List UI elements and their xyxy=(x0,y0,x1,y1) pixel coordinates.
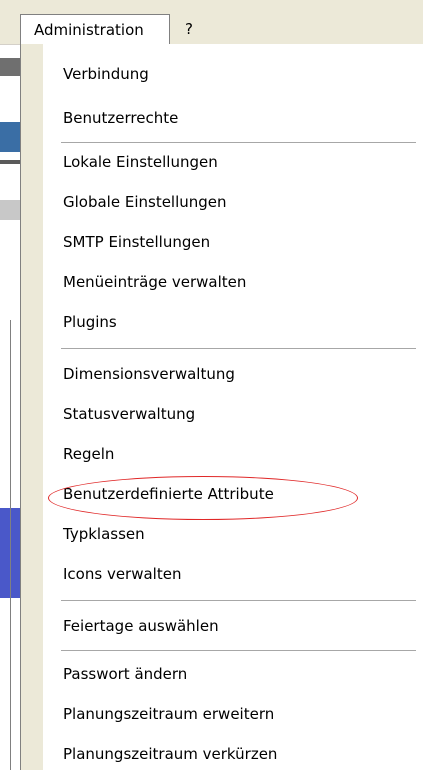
menu-item-plugins[interactable]: Plugins xyxy=(63,306,117,338)
menu-item-icons-verwalten[interactable]: Icons verwalten xyxy=(63,558,181,590)
menu-item-smtp-einstellungen[interactable]: SMTP Einstellungen xyxy=(63,226,210,258)
background-divider xyxy=(0,160,20,164)
background-window-edge xyxy=(0,0,20,770)
menu-help[interactable]: ? xyxy=(175,14,205,44)
menu-item-benutzerrechte[interactable]: Benutzerrechte xyxy=(63,102,178,134)
menu-item-verbindung[interactable]: Verbindung xyxy=(63,58,149,90)
menu-administration[interactable]: Administration xyxy=(20,14,170,44)
menu-item-regeln[interactable]: Regeln xyxy=(63,438,114,470)
menu-item-planungszeitraum-erweitern[interactable]: Planungszeitraum erweitern xyxy=(63,698,274,730)
menu-item-lokale-einstellungen[interactable]: Lokale Einstellungen xyxy=(63,146,218,178)
administration-dropdown: Verbindung Benutzerrechte Lokale Einstel… xyxy=(20,44,423,770)
menu-item-planungszeitraum-verkuerzen[interactable]: Planungszeitraum verkürzen xyxy=(63,738,277,770)
menu-item-statusverwaltung[interactable]: Statusverwaltung xyxy=(63,398,195,430)
menu-item-typklassen[interactable]: Typklassen xyxy=(63,518,145,550)
menu-separator xyxy=(61,650,416,651)
menu-item-feiertage-auswaehlen[interactable]: Feiertage auswählen xyxy=(63,610,219,642)
menu-bar: Administration ? xyxy=(0,0,423,45)
background-selection-strip xyxy=(0,122,20,152)
menu-item-benutzerdefinierte-attribute[interactable]: Benutzerdefinierte Attribute xyxy=(63,478,274,510)
background-toolbar-strip xyxy=(0,58,20,76)
menu-item-passwort-aendern[interactable]: Passwort ändern xyxy=(63,658,187,690)
background-tree-line xyxy=(10,320,11,770)
menu-item-menueintraege-verwalten[interactable]: Menüeinträge verwalten xyxy=(63,266,246,298)
menu-separator xyxy=(61,142,416,143)
background-panel-strip xyxy=(0,200,20,220)
menu-item-globale-einstellungen[interactable]: Globale Einstellungen xyxy=(63,186,227,218)
menu-item-dimensionsverwaltung[interactable]: Dimensionsverwaltung xyxy=(63,358,235,390)
menu-separator xyxy=(61,348,416,349)
menu-separator xyxy=(61,600,416,601)
menu-icon-gutter xyxy=(21,44,43,770)
